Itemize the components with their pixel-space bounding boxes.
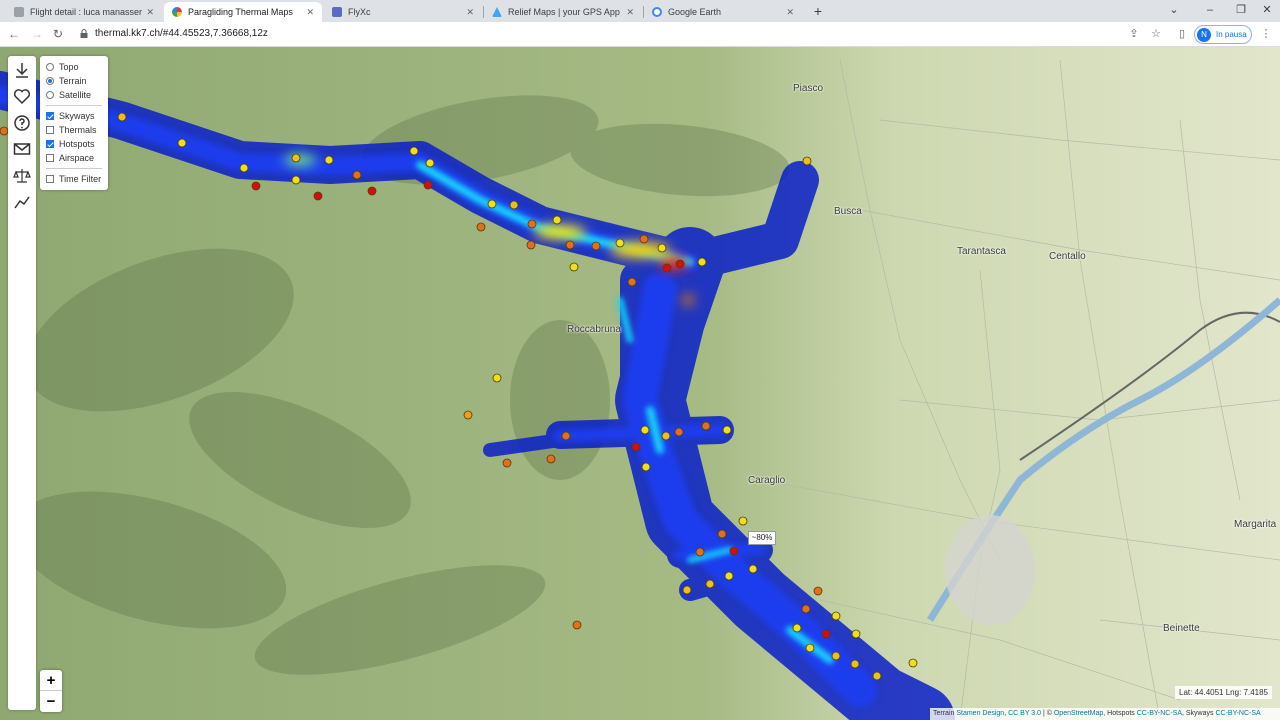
attribution-text: , Hotspots [1103,710,1137,717]
tab-google-earth[interactable]: Google Earth ✕ [644,2,802,22]
tool-sidebar [8,56,36,710]
tab-title: Flight detail : luca manassero - 2 [30,7,143,17]
heart-icon[interactable] [12,86,32,106]
radio-button[interactable] [46,63,54,71]
browser-toolbar: ← → ↻ thermal.kk7.ch/#44.45523,7.36668,1… [0,22,1280,47]
layer-label: Skyways [59,111,95,121]
tab-title: Paragliding Thermal Maps [188,7,293,17]
flight-icon [14,7,24,17]
layer-label: Topo [59,62,79,72]
close-icon[interactable]: ✕ [466,7,474,18]
layer-label: Time Filter [59,174,102,184]
maximize-icon[interactable]: ❐ [1228,0,1254,22]
tab-title: Relief Maps | your GPS App for yo [508,7,622,17]
minimize-icon[interactable]: – [1192,0,1228,22]
close-window-icon[interactable]: ✕ [1254,0,1280,22]
tab-strip: Flight detail : luca manassero - 2 ✕ Par… [0,0,1280,22]
layer-label: Satellite [59,90,92,100]
attribution-link[interactable]: CC-BY-NC-SA [1215,710,1260,717]
checkbox[interactable] [46,112,54,120]
overlay-thermals[interactable]: Thermals [46,123,102,137]
tab-title: FlyXc [348,7,371,17]
tab-flyxc[interactable]: FlyXc ✕ [324,2,482,22]
checkbox[interactable] [46,126,54,134]
layer-label: Terrain [59,76,87,86]
close-icon[interactable]: ✕ [626,7,634,18]
close-icon[interactable]: ✕ [306,7,314,18]
relief-icon [492,7,502,17]
profile-status: In pausa [1216,30,1247,39]
mail-icon[interactable] [12,139,32,159]
new-tab-button[interactable]: + [810,2,826,20]
divider [46,105,102,106]
back-icon[interactable]: ← [5,25,23,43]
overlay-skyways[interactable]: Skyways [46,109,102,123]
town-label: Beinette [1163,623,1200,634]
close-icon[interactable]: ✕ [786,7,794,18]
flyxc-icon [332,7,342,17]
forward-icon[interactable]: → [28,25,46,43]
city-area [945,515,1035,625]
share-icon[interactable]: ⇪ [1126,26,1142,42]
tab-relief-maps[interactable]: Relief Maps | your GPS App for yo ✕ [484,2,642,22]
layer-control: Topo Terrain Satellite Skyways Thermals … [40,56,108,190]
attribution-link[interactable]: OpenStreetMap [1054,710,1103,717]
town-label: Caraglio [748,475,786,486]
close-icon[interactable]: ✕ [146,7,154,18]
town-label: Margarita [1234,519,1277,530]
hotspot-tooltip: ~80% [748,531,776,545]
thermal-icon [172,7,182,17]
map-terrain [0,47,1280,720]
bookmark-star-icon[interactable]: ☆ [1148,26,1164,42]
town-label: Centallo [1049,251,1086,262]
map-canvas[interactable]: Piasco Busca Tarantasca Centallo Roccabr… [0,47,1280,720]
zoom-control: + − [40,670,62,712]
attribution-text: , Skyways [1182,710,1216,717]
address-bar[interactable]: thermal.kk7.ch/#44.45523,7.36668,12z [95,28,268,39]
attribution-text: | © [1041,710,1054,717]
town-label: Roccabruna [567,324,621,335]
layer-terrain[interactable]: Terrain [46,74,102,88]
checkbox[interactable] [46,175,54,183]
town-label: Tarantasca [957,246,1006,257]
menu-icon[interactable]: ⋮ [1258,26,1274,42]
layer-label: Hotspots [59,139,95,149]
profile-button[interactable]: N In pausa [1194,25,1252,44]
map-attribution: Terrain Stamen Design, CC BY 3.0 | © Ope… [930,708,1280,720]
divider [46,168,102,169]
time-filter-toggle[interactable]: Time Filter [46,172,102,186]
lock-icon[interactable] [80,29,88,38]
layer-topo[interactable]: Topo [46,60,102,74]
overlay-airspace[interactable]: Airspace [46,151,102,165]
radio-button[interactable] [46,91,54,99]
tab-flight-detail[interactable]: Flight detail : luca manassero - 2 ✕ [6,2,162,22]
tab-paragliding-thermal-maps[interactable]: Paragliding Thermal Maps ✕ [164,2,322,22]
attribution-link[interactable]: CC BY 3.0 [1008,710,1041,717]
checkbox[interactable] [46,140,54,148]
coordinate-readout: Lat: 44.4051 Lng: 7.4185 [1175,686,1272,699]
help-icon[interactable] [12,113,32,133]
layer-label: Airspace [59,153,95,163]
scale-icon[interactable] [12,166,32,186]
layer-satellite[interactable]: Satellite [46,88,102,102]
download-icon[interactable] [12,60,32,80]
layer-label: Thermals [59,125,97,135]
reload-icon[interactable]: ↻ [49,25,67,43]
avatar: N [1197,27,1211,42]
checkbox[interactable] [46,154,54,162]
town-label: Piasco [793,83,824,94]
tab-search-icon[interactable]: ⌄ [1156,0,1192,22]
attribution-link[interactable]: CC-BY-NC-SA [1137,710,1182,717]
tab-title: Google Earth [668,7,722,17]
zoom-in-button[interactable]: + [40,670,62,691]
overlay-hotspots[interactable]: Hotspots [46,137,102,151]
side-panel-icon[interactable]: ▯ [1174,26,1190,42]
chart-icon[interactable] [12,192,32,212]
google-icon [652,7,662,17]
town-label: Busca [834,206,862,217]
attribution-link[interactable]: Stamen Design [956,710,1004,717]
radio-button[interactable] [46,77,54,85]
zoom-out-button[interactable]: − [40,691,62,712]
attribution-text: Terrain [933,710,957,717]
